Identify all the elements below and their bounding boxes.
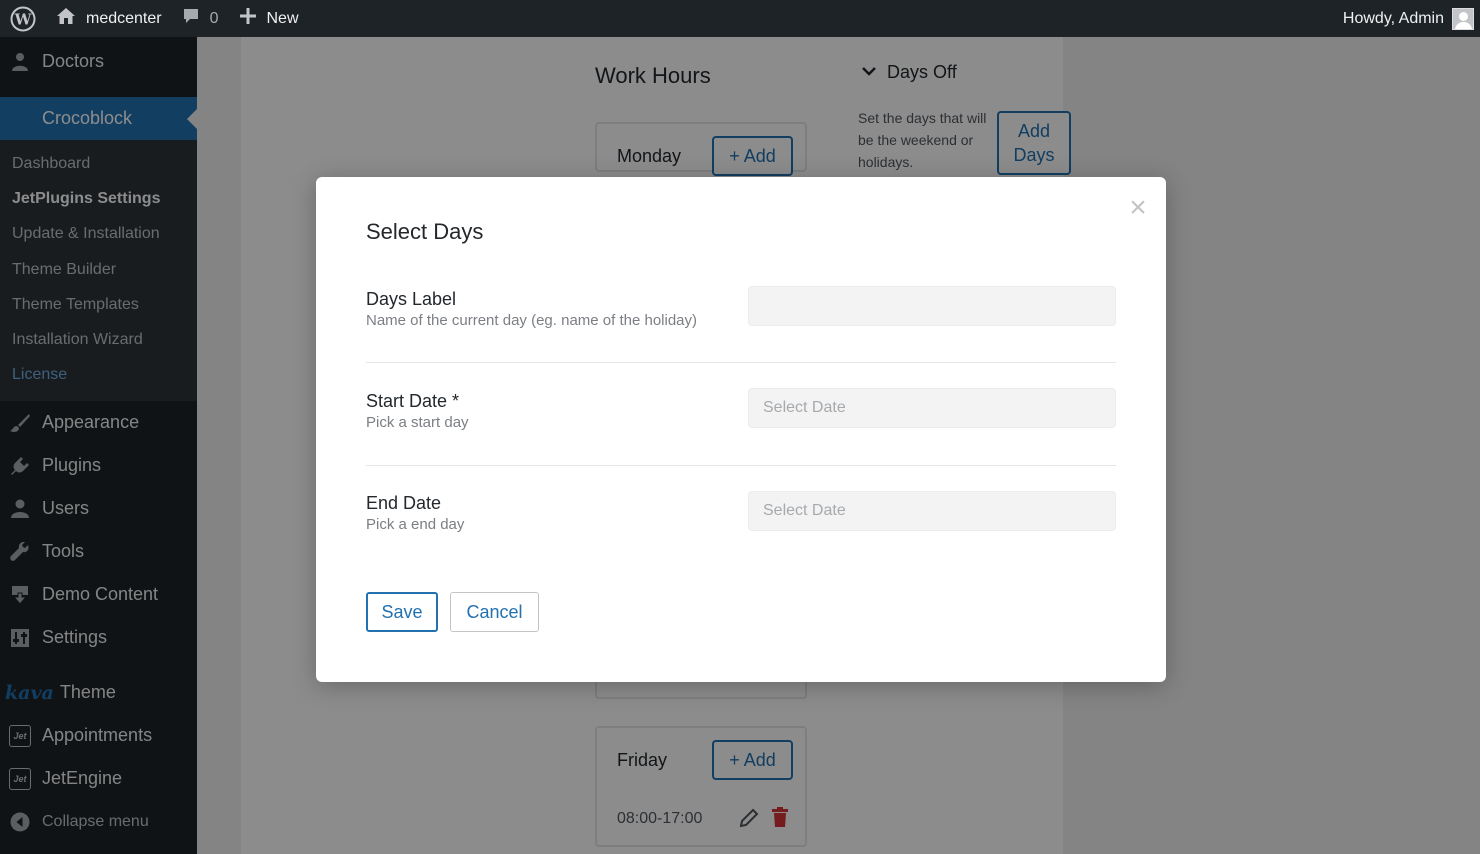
select-days-modal: × Select Days Days Label Name of the cur… [316, 177, 1166, 682]
field-description: Pick a end day [366, 516, 465, 533]
wordpress-logo-icon[interactable]: W [0, 0, 46, 37]
site-name-label: medcenter [86, 9, 162, 27]
avatar [1452, 7, 1474, 30]
days-label-row: Days Label Name of the current day (eg. … [366, 286, 1116, 363]
save-button[interactable]: Save [366, 592, 438, 632]
start-date-row: Start Date * Pick a start day [366, 388, 1116, 466]
svg-text:W: W [14, 10, 33, 28]
greeting-label: Howdy, Admin [1342, 9, 1444, 27]
end-date-input[interactable] [748, 491, 1116, 531]
field-description: Name of the current day (eg. name of the… [366, 312, 698, 329]
new-label: New [266, 9, 299, 27]
new-content-link[interactable]: New [229, 0, 309, 37]
start-date-input[interactable] [748, 388, 1116, 428]
cancel-button[interactable]: Cancel [450, 592, 539, 632]
field-description: Pick a start day [366, 414, 469, 431]
comment-icon [182, 7, 200, 30]
end-date-row: End Date Pick a end day [366, 491, 1116, 551]
field-label: Start Date * [366, 391, 460, 411]
close-icon[interactable]: × [1126, 193, 1150, 223]
home-icon [56, 7, 76, 30]
field-label: Days Label [366, 289, 457, 309]
field-label: End Date [366, 493, 442, 513]
site-name-link[interactable]: medcenter [46, 0, 172, 37]
days-label-input[interactable] [748, 286, 1116, 326]
comments-link[interactable]: 0 [172, 0, 229, 37]
plus-icon [239, 7, 257, 30]
my-account-link[interactable]: Howdy, Admin [1333, 0, 1480, 37]
modal-title: Select Days [366, 219, 484, 244]
comments-count: 0 [209, 9, 219, 27]
admin-bar: W medcenter 0 New Howdy, Admin [0, 0, 1480, 37]
